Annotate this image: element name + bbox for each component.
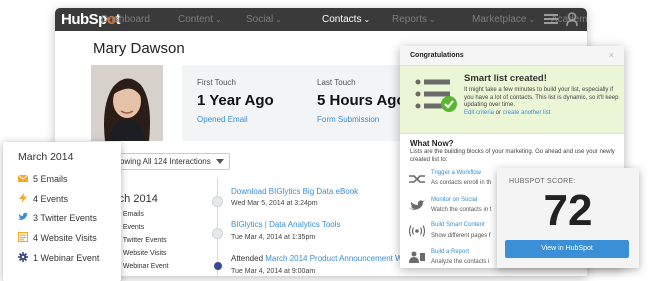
success-headline: Smart list created!: [464, 73, 547, 84]
chevron-down-icon: ⌄: [528, 15, 536, 24]
panel-title: Congratulations: [410, 52, 464, 59]
bird-icon: [409, 200, 425, 210]
summary-row-webinar: 1 Webinar Event: [18, 252, 99, 264]
report-person-icon: [409, 251, 425, 263]
interaction-filter-label: owing All 124 Interactions: [120, 157, 211, 166]
last-touch-value: 5 Hours Ago: [317, 92, 406, 109]
nav-item-content[interactable]: Content ⌄: [178, 14, 222, 25]
first-touch-label: First Touch: [197, 78, 236, 87]
edit-criteria-link[interactable]: Edit criteria: [464, 110, 494, 116]
activity-title-link[interactable]: Attended March 2014 Product Announcement…: [231, 254, 418, 263]
hamburger-menu-icon[interactable]: [544, 14, 558, 24]
first-touch-value: 1 Year Ago: [197, 92, 274, 109]
web-page-icon: [18, 232, 28, 242]
success-body: It might take a few minutes to build you…: [464, 87, 619, 108]
score-value: 72: [543, 186, 593, 235]
nav-item-social[interactable]: Social ⌄: [246, 14, 282, 25]
what-now-description: Lists are the building blocks of your ma…: [410, 149, 615, 163]
close-icon[interactable]: ×: [609, 50, 614, 60]
broadcast-icon: [409, 225, 425, 237]
nav-item-dashboard[interactable]: Dashboard: [101, 14, 150, 25]
create-another-list-link[interactable]: create another list: [503, 110, 551, 116]
activity-date: Tue Mar 4, 2014 at 9:00am: [231, 268, 316, 275]
screen: HubSpot Dashboard Content ⌄ Social ⌄ Contacts…: [0, 0, 650, 281]
build-smart-content-link[interactable]: Build Smart Content: [431, 222, 485, 228]
nav-item-marketplace[interactable]: Marketplace ⌄: [472, 14, 535, 25]
last-touch-label: Last Touch: [317, 78, 356, 87]
step-description: Analyze the contacts i: [431, 259, 490, 265]
download-activity-icon: [212, 196, 223, 207]
contact-name: Mary Dawson: [93, 40, 185, 57]
summary-row-emails: 5 Emails: [18, 173, 68, 185]
top-navigation-bar: HubSpot Dashboard Content ⌄ Social ⌄ Contacts…: [55, 8, 587, 31]
webinar-gear-icon: [18, 252, 28, 262]
last-touch-source-link[interactable]: Form Submission: [317, 115, 406, 124]
summary-row-website-visits: 4 Website Visits: [18, 232, 97, 244]
month-summary-card: March 2014 5 Emails 4 Events 3 Twitter E…: [3, 142, 121, 281]
nav-item-reports[interactable]: Reports ⌄: [392, 14, 436, 25]
timeline-summary-item: 1 Webinar Event: [117, 263, 169, 270]
step-description: Watch the contacts in t: [431, 207, 492, 213]
dropdown-caret-icon: [216, 159, 224, 164]
timeline-summary-item: 3 Twitter Events: [117, 237, 167, 244]
webinar-activity-icon: [214, 262, 222, 270]
success-banner: Smart list created! It might take a few …: [400, 66, 624, 134]
what-now-heading: What Now?: [410, 139, 454, 148]
email-icon: [18, 174, 28, 182]
activity-title-link[interactable]: BIGlytics | Data Analytics Tools: [231, 220, 341, 229]
activity-date: Wed Mar 5, 2014 at 3:24pm: [231, 200, 318, 207]
build-report-link[interactable]: Build a Report: [431, 249, 469, 255]
timeline-month-heading: rch 2014: [115, 193, 158, 205]
success-links: Edit criteria or create another list: [464, 110, 550, 116]
activity-title-link[interactable]: Download BIGlytics Big Data eBook: [231, 187, 358, 196]
hubspot-score-card: HUBSPOT SCORE: 72 View in HubSpot: [497, 168, 639, 268]
score-label: HUBSPOT SCORE:: [509, 178, 576, 185]
interaction-filter-dropdown[interactable]: owing All 124 Interactions: [115, 153, 230, 170]
chevron-down-icon: ⌄: [363, 15, 371, 24]
step-description: As contacts enroll in th: [431, 180, 492, 186]
panel-header: Congratulations ×: [400, 46, 624, 66]
bolt-icon: [19, 193, 27, 203]
contact-photo: [91, 65, 163, 141]
link-separator: or: [494, 110, 503, 116]
chevron-down-icon: ⌄: [429, 15, 436, 24]
trigger-workflow-link[interactable]: Trigger a Workflow: [431, 170, 481, 176]
monitor-social-link[interactable]: Monitor on Social: [431, 197, 477, 203]
last-touch: Last Touch 5 Hours Ago Form Submission: [317, 78, 406, 124]
nav-item-contacts[interactable]: Contacts ⌄: [322, 14, 370, 25]
twitter-icon: [18, 212, 28, 220]
timeline-summary-item: 4 Website Visits: [117, 250, 167, 257]
user-profile-icon[interactable]: [566, 12, 578, 26]
success-check-icon: [441, 96, 457, 112]
chevron-down-icon: ⌄: [275, 15, 282, 24]
summary-row-events: 4 Events: [18, 193, 68, 205]
chevron-down-icon: ⌄: [215, 15, 222, 24]
view-in-hubspot-button[interactable]: View in HubSpot: [505, 240, 629, 258]
workflow-icon: [409, 175, 425, 183]
timeline-summary-item: 5 Emails: [117, 211, 144, 218]
summary-row-twitter: 3 Twitter Events: [18, 212, 97, 224]
page-view-activity-icon: [212, 228, 223, 239]
first-touch: First Touch 1 Year Ago Opened Email: [197, 78, 274, 124]
first-touch-source-link[interactable]: Opened Email: [197, 115, 274, 124]
activity-date: Tue Mar 4, 2014 at 1:35pm: [231, 234, 316, 241]
summary-month-title: March 2014: [18, 151, 74, 163]
timeline-summary-item: 4 Events: [117, 224, 145, 231]
step-description: Show different pages f: [431, 233, 491, 239]
